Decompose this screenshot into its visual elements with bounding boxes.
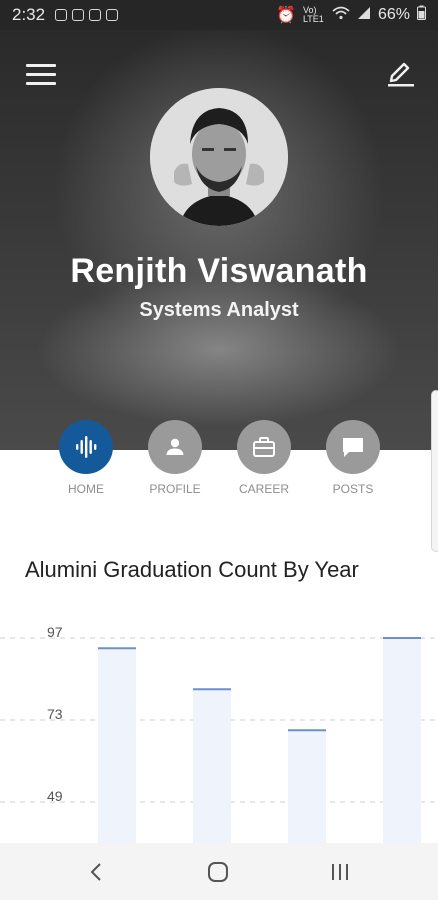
nav-career-label: CAREER bbox=[238, 482, 289, 496]
nav-profile-label: PROFILE bbox=[149, 482, 201, 496]
network-label: Vo) LTE1 bbox=[302, 5, 324, 24]
person-icon bbox=[166, 438, 184, 455]
bar-chart: 97 73 49 bbox=[0, 624, 438, 843]
chart-title: Alumini Graduation Count By Year bbox=[25, 557, 359, 582]
bar[interactable] bbox=[383, 638, 421, 843]
chat-bubble-icon bbox=[343, 438, 363, 457]
alarm-icon: ⏰ bbox=[276, 7, 296, 24]
back-button[interactable] bbox=[66, 843, 126, 900]
edit-button[interactable] bbox=[384, 56, 416, 88]
nav-profile[interactable]: PROFILE bbox=[131, 420, 219, 496]
bar[interactable] bbox=[98, 648, 136, 843]
nav-career[interactable]: CAREER bbox=[220, 420, 308, 496]
nav-posts-circle bbox=[326, 420, 380, 474]
recents-button[interactable] bbox=[310, 843, 370, 900]
bar[interactable] bbox=[193, 689, 231, 843]
status-right: ⏰ Vo) LTE1 66% bbox=[276, 5, 426, 25]
nav-home-circle bbox=[59, 420, 113, 474]
nav-home[interactable]: HOME bbox=[42, 420, 130, 496]
audio-wave-icon bbox=[76, 436, 97, 458]
profile-name: Renjith Viswanath bbox=[70, 252, 368, 290]
status-time: 2:32 bbox=[12, 5, 46, 24]
battery-icon bbox=[417, 5, 426, 25]
recents-icon bbox=[332, 863, 348, 880]
back-icon bbox=[90, 862, 101, 881]
battery-percent: 66% bbox=[377, 6, 410, 23]
bar[interactable] bbox=[288, 730, 326, 843]
wifi-icon bbox=[332, 6, 350, 25]
profile-role: Systems Analyst bbox=[139, 299, 299, 321]
profile-header: Renjith Viswanath Systems Analyst bbox=[0, 30, 438, 450]
nav-career-circle bbox=[237, 420, 291, 474]
system-nav-bar bbox=[0, 843, 438, 900]
nav-posts-label: POSTS bbox=[332, 482, 374, 496]
y-tick-label: 73 bbox=[47, 706, 63, 722]
avatar bbox=[150, 88, 288, 226]
notification-icons bbox=[55, 9, 119, 21]
signal-icon bbox=[357, 6, 371, 25]
home-button[interactable] bbox=[188, 843, 248, 900]
y-tick-label: 97 bbox=[47, 624, 63, 640]
status-bar: 2:32 ⏰ Vo) LTE1 66% bbox=[0, 0, 438, 30]
menu-button[interactable] bbox=[26, 64, 56, 86]
nav-posts[interactable]: POSTS bbox=[309, 420, 397, 496]
scroll-handle[interactable] bbox=[431, 390, 438, 552]
home-circle-icon bbox=[208, 861, 228, 882]
nav-profile-circle bbox=[148, 420, 202, 474]
y-tick-label: 49 bbox=[47, 788, 63, 804]
pencil-icon bbox=[388, 62, 414, 87]
briefcase-icon bbox=[253, 437, 275, 457]
nav-home-label: HOME bbox=[68, 482, 104, 496]
